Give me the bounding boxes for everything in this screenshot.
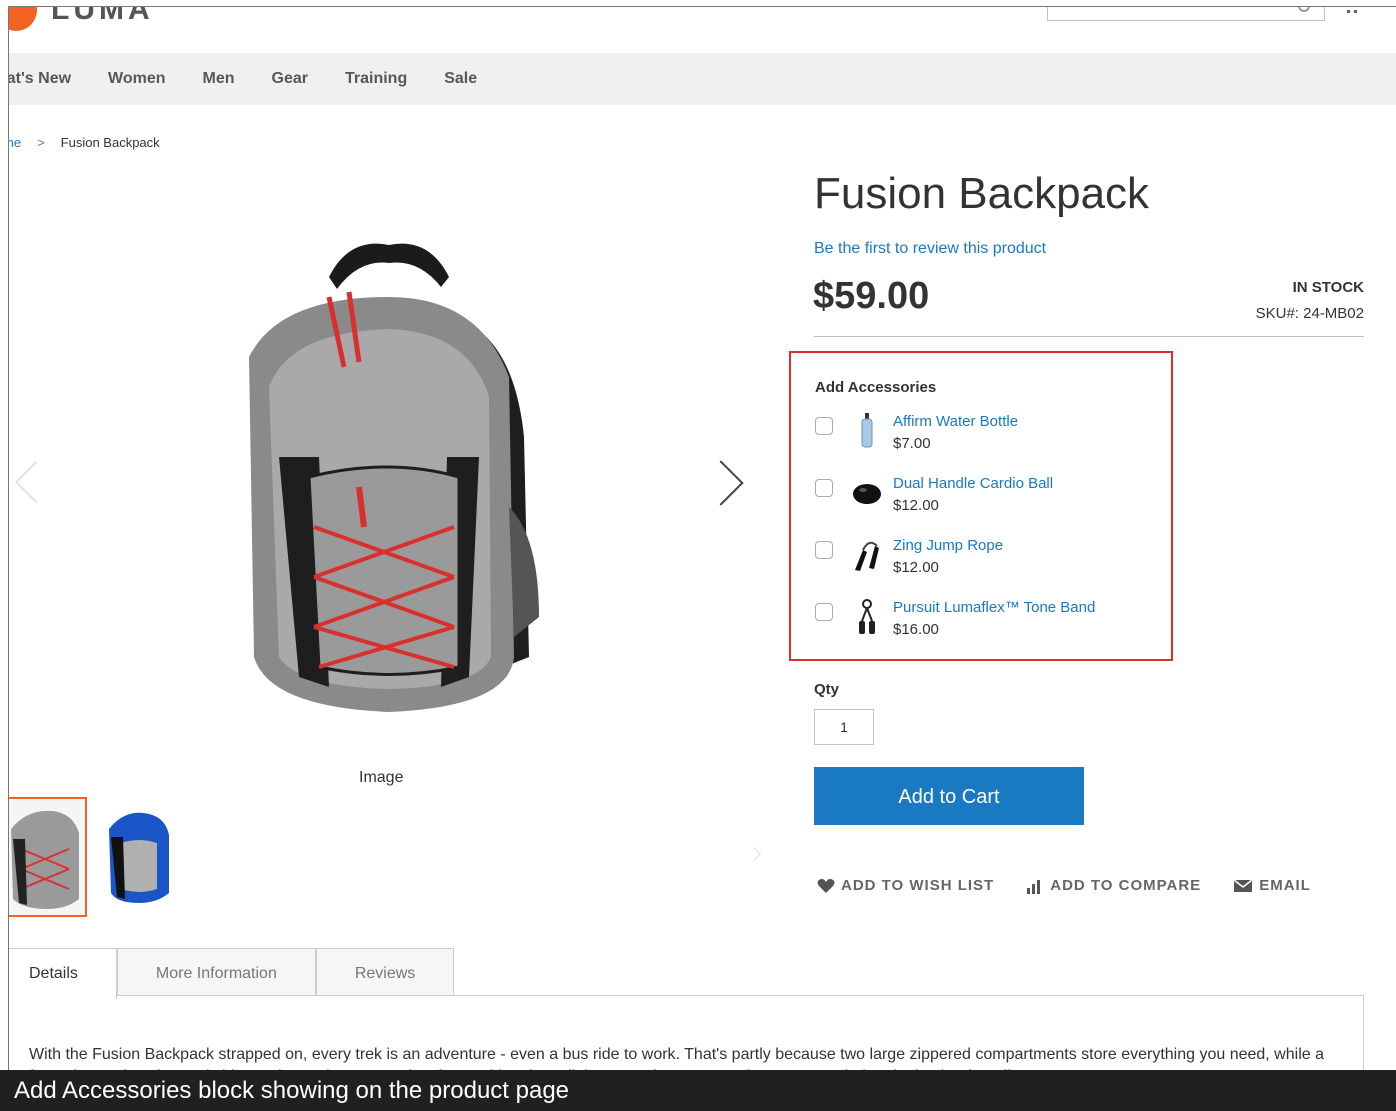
- product-title: Fusion Backpack: [814, 169, 1150, 218]
- accessory-price: $12.00: [893, 559, 939, 576]
- tab-reviews[interactable]: Reviews: [315, 948, 455, 998]
- thumbnail-next-arrow-icon[interactable]: [746, 846, 762, 862]
- accessory-checkbox[interactable]: [815, 479, 833, 497]
- product-price: $59.00: [813, 275, 930, 317]
- search-icon[interactable]: [1298, 7, 1310, 12]
- review-link[interactable]: Be the first to review this product: [814, 240, 1046, 258]
- logo-mark-icon: [9, 7, 37, 31]
- accessory-name-link[interactable]: Zing Jump Rope: [893, 537, 1003, 554]
- search-input[interactable]: [1047, 7, 1325, 21]
- price-divider: [814, 336, 1364, 337]
- breadcrumb-current: Fusion Backpack: [60, 135, 160, 150]
- product-actions: ADD TO WISH LIST ADD TO COMPARE EMAIL: [817, 877, 1343, 894]
- add-to-cart-button[interactable]: Add to Cart: [814, 767, 1084, 825]
- add-to-wishlist-link[interactable]: ADD TO WISH LIST: [817, 877, 994, 894]
- qty-label: Qty: [814, 681, 840, 698]
- gallery-prev-arrow-icon[interactable]: [14, 460, 58, 504]
- nav-item-gear[interactable]: Gear: [272, 70, 308, 88]
- accessory-price: $12.00: [893, 497, 939, 514]
- accessory-checkbox[interactable]: [815, 603, 833, 621]
- accessory-item: Pursuit Lumaflex™ Tone Band $16.00: [815, 599, 1155, 643]
- tab-details[interactable]: Details: [9, 948, 117, 999]
- stock-status: IN STOCK: [1292, 279, 1364, 296]
- tab-more-information[interactable]: More Information: [116, 948, 316, 998]
- wishlist-label: ADD TO WISH LIST: [841, 877, 995, 894]
- email-link[interactable]: EMAIL: [1233, 877, 1311, 894]
- nav-item-whats-new[interactable]: hat's New: [9, 70, 71, 88]
- tab-content-details: With the Fusion Backpack strapped on, ev…: [9, 995, 1364, 1070]
- compare-icon: [1027, 879, 1041, 894]
- cardio-ball-icon: [851, 475, 883, 511]
- accessory-item: Affirm Water Bottle $7.00: [815, 413, 1155, 457]
- accessory-name-link[interactable]: Dual Handle Cardio Ball: [893, 475, 1053, 492]
- gallery-next-arrow-icon[interactable]: [698, 460, 744, 506]
- caption-bar: Add Accessories block showing on the pro…: [0, 1070, 1396, 1111]
- nav-item-men[interactable]: Men: [203, 70, 235, 88]
- envelope-icon: [1233, 878, 1253, 892]
- logo-text: LUMA: [51, 6, 154, 26]
- main-navigation: hat's New Women Men Gear Training Sale: [9, 53, 1396, 105]
- product-main-image[interactable]: [209, 237, 569, 722]
- store-logo[interactable]: LUMA: [9, 6, 154, 31]
- breadcrumb-home-link[interactable]: me: [9, 135, 21, 150]
- nav-item-women[interactable]: Women: [108, 70, 165, 88]
- accessory-price: $16.00: [893, 621, 939, 638]
- nav-item-training[interactable]: Training: [345, 70, 407, 88]
- gallery-thumbnail-gray[interactable]: [9, 797, 87, 917]
- accessory-checkbox[interactable]: [815, 417, 833, 435]
- breadcrumb: me > Fusion Backpack: [9, 135, 160, 150]
- water-bottle-icon: [851, 413, 883, 449]
- accessory-name-link[interactable]: Affirm Water Bottle: [893, 413, 1018, 430]
- add-to-compare-link[interactable]: ADD TO COMPARE: [1026, 877, 1201, 894]
- add-accessories-block: Add Accessories Affirm Water Bottle $7.0…: [789, 351, 1173, 661]
- heart-icon: [817, 878, 835, 893]
- accessory-name-link[interactable]: Pursuit Lumaflex™ Tone Band: [893, 599, 1095, 616]
- accessory-checkbox[interactable]: [815, 541, 833, 559]
- browser-viewport: LUMA hat's New Women Men Gear Training S…: [8, 6, 1396, 1070]
- nav-item-sale[interactable]: Sale: [444, 70, 477, 88]
- accessory-item: Zing Jump Rope $12.00: [815, 537, 1155, 581]
- accessory-item: Dual Handle Cardio Ball $12.00: [815, 475, 1155, 519]
- product-description: With the Fusion Backpack strapped on, ev…: [29, 1046, 1324, 1070]
- email-label: EMAIL: [1259, 877, 1311, 894]
- accessory-price: $7.00: [893, 435, 931, 452]
- product-sku: SKU#: 24-MB02: [1255, 305, 1364, 322]
- minicart-icon[interactable]: [1347, 7, 1357, 13]
- accessories-title: Add Accessories: [815, 379, 937, 396]
- qty-input[interactable]: 1: [814, 709, 874, 745]
- product-tabs: Details More Information Reviews: [9, 948, 455, 999]
- jump-rope-icon: [851, 537, 883, 573]
- product-gallery: [9, 167, 789, 787]
- breadcrumb-separator: >: [37, 135, 45, 150]
- compare-label: ADD TO COMPARE: [1050, 877, 1202, 894]
- gallery-thumbnail-blue[interactable]: [103, 807, 175, 907]
- gallery-image-label: Image: [359, 769, 404, 786]
- tone-band-icon: [851, 599, 883, 635]
